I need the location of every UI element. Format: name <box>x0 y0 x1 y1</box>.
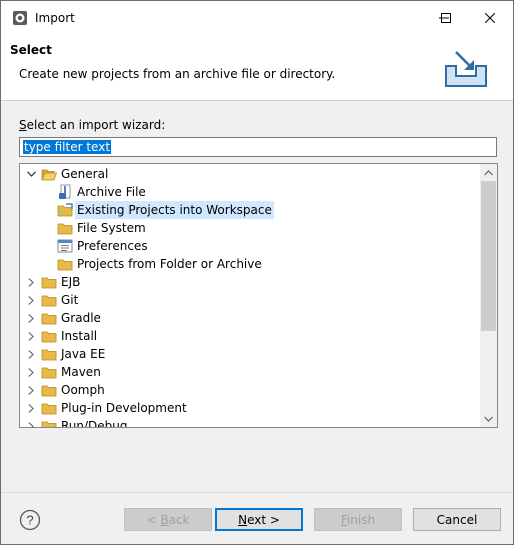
tree-item[interactable]: Preferences <box>20 237 480 255</box>
chevron-up-icon <box>484 169 493 175</box>
chevron-right-icon[interactable] <box>25 363 37 381</box>
tree-item[interactable]: Existing Projects into Workspace <box>20 201 480 219</box>
chevron-right-icon[interactable] <box>25 327 37 345</box>
folder-icon <box>57 259 73 271</box>
tree-item-label: Install <box>61 329 98 343</box>
tree-item-label: Plug-in Development <box>61 401 187 415</box>
tree-item-label: Maven <box>61 365 101 379</box>
existing-projects-icon <box>57 203 73 217</box>
folder-icon <box>41 313 57 325</box>
title-bar: Import <box>1 1 513 34</box>
tree-item-label: Preferences <box>77 239 148 253</box>
maximize-button[interactable] <box>423 1 469 34</box>
chevron-right-icon[interactable] <box>25 273 37 291</box>
page-description: Create new projects from an archive file… <box>19 67 336 81</box>
tree-item[interactable]: Java EE <box>20 345 480 363</box>
chevron-right-icon[interactable] <box>25 345 37 363</box>
tree-item-label: Java EE <box>61 347 106 361</box>
close-button[interactable] <box>467 1 513 34</box>
svg-text:?: ? <box>26 513 33 528</box>
folder-icon <box>57 223 73 235</box>
tree-item[interactable]: Oomph <box>20 381 480 399</box>
chevron-down-icon[interactable] <box>25 165 37 183</box>
tree-item[interactable]: Git <box>20 291 480 309</box>
tree-item-label: Gradle <box>61 311 101 325</box>
tree-item-label: File System <box>77 221 146 235</box>
chevron-right-icon[interactable] <box>25 417 37 427</box>
back-prefix: < <box>146 513 161 527</box>
back-button[interactable]: < Back <box>124 508 212 531</box>
folder-icon <box>41 421 57 427</box>
wizard-tree[interactable]: General Archive File Existing Projects int… <box>19 163 498 428</box>
tree-item[interactable]: Run/Debug <box>20 417 480 428</box>
chevron-right-icon[interactable] <box>25 381 37 399</box>
help-icon[interactable]: ? <box>19 509 41 531</box>
tree-item[interactable]: Plug-in Development <box>20 399 480 417</box>
wizard-list-label: Select an import wizard: <box>19 118 165 132</box>
import-wizard-banner-icon <box>445 51 487 87</box>
tree-item[interactable]: Projects from Folder or Archive <box>20 255 480 273</box>
folder-icon <box>41 385 57 397</box>
back-rest: ack <box>168 513 190 527</box>
label-text: elect an import wizard: <box>26 118 166 132</box>
chevron-down-icon <box>484 416 493 422</box>
chevron-right-icon[interactable] <box>25 399 37 417</box>
tree-item-label: EJB <box>61 275 81 289</box>
scroll-down-button[interactable] <box>480 410 497 427</box>
footer-separator <box>1 492 513 493</box>
next-rest: ext > <box>247 513 280 527</box>
tree-item[interactable]: Gradle <box>20 309 480 327</box>
archive-file-icon <box>59 184 71 199</box>
tree-item[interactable]: File System <box>20 219 480 237</box>
back-mnemonic: B <box>160 513 169 527</box>
scroll-up-button[interactable] <box>480 164 497 181</box>
tree-item[interactable]: General <box>20 165 480 183</box>
tree-item-label: Projects from Folder or Archive <box>77 257 262 271</box>
label-mnemonic: S <box>19 118 27 132</box>
vertical-scrollbar[interactable] <box>480 164 497 427</box>
filter-text: type filter text <box>23 140 112 154</box>
tree-item[interactable]: Maven <box>20 363 480 381</box>
wizard-header: Select Create new projects from an archi… <box>1 34 513 101</box>
maximize-icon <box>441 12 451 23</box>
folder-icon <box>41 331 57 343</box>
next-button[interactable]: Next > <box>215 508 303 531</box>
tree-item[interactable]: Archive File <box>20 183 480 201</box>
tree-item-label: Oomph <box>61 383 105 397</box>
folder-icon <box>41 277 57 289</box>
tree-item-label: Existing Projects into Workspace <box>75 201 274 219</box>
page-title: Select <box>10 43 52 57</box>
folder-icon <box>41 349 57 361</box>
folder-icon <box>41 367 57 379</box>
import-dialog: Import Select Create new projects from a… <box>0 0 514 545</box>
finish-rest: inish <box>346 513 376 527</box>
tree-item-label: Git <box>61 293 79 307</box>
preferences-icon <box>57 239 73 253</box>
filter-input[interactable]: type filter text <box>19 137 497 157</box>
eclipse-import-icon <box>13 11 27 25</box>
tree-item-label: Run/Debug <box>61 419 128 428</box>
tree-item-label: General <box>61 167 109 181</box>
folder-icon <box>41 403 57 415</box>
scroll-thumb[interactable] <box>481 181 496 331</box>
window-title: Import <box>35 11 75 25</box>
cancel-button[interactable]: Cancel <box>413 508 501 531</box>
tree-item[interactable]: EJB <box>20 273 480 291</box>
chevron-right-icon[interactable] <box>25 309 37 327</box>
tree-item-label: Archive File <box>77 185 146 199</box>
chevron-right-icon[interactable] <box>25 291 37 309</box>
folder-open-icon <box>41 169 57 181</box>
tree-item[interactable]: Install <box>20 327 480 345</box>
next-mnemonic: N <box>238 513 248 527</box>
finish-button[interactable]: Finish <box>314 508 402 531</box>
folder-icon <box>41 295 57 307</box>
close-icon <box>485 12 495 23</box>
